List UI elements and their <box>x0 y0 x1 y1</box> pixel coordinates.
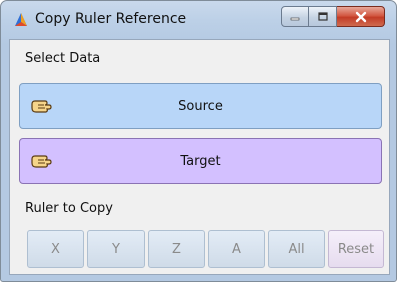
ruler-z-button[interactable]: Z <box>148 230 205 268</box>
target-button-label: Target <box>180 153 221 169</box>
close-icon <box>355 11 366 22</box>
copy-ruler-reference-window: Copy Ruler Reference Select Data Source … <box>0 0 397 282</box>
minimize-button[interactable] <box>281 6 309 27</box>
pointing-hand-icon <box>31 100 52 113</box>
ruler-x-button[interactable]: X <box>27 230 84 268</box>
source-button[interactable]: Source <box>19 83 382 129</box>
maximize-button[interactable] <box>309 6 337 27</box>
ruler-a-button[interactable]: A <box>208 230 265 268</box>
ruler-to-copy-label: Ruler to Copy <box>25 201 113 216</box>
maximize-icon <box>317 11 328 21</box>
caption-buttons <box>281 6 385 28</box>
window-title: Copy Ruler Reference <box>35 11 187 27</box>
ruler-y-button[interactable]: Y <box>87 230 145 268</box>
ruler-y-label: Y <box>112 241 120 257</box>
ruler-all-label: All <box>288 241 305 257</box>
ruler-a-label: A <box>232 241 241 257</box>
ruler-all-button[interactable]: All <box>268 230 325 268</box>
pointing-hand-icon <box>31 155 52 168</box>
target-button[interactable]: Target <box>19 138 382 184</box>
title-bar[interactable]: Copy Ruler Reference <box>1 1 396 39</box>
source-button-label: Source <box>178 98 223 114</box>
reset-button[interactable]: Reset <box>328 230 384 268</box>
ruler-z-label: Z <box>172 241 181 257</box>
select-data-label: Select Data <box>25 51 101 66</box>
app-logo-icon <box>15 13 27 26</box>
close-button[interactable] <box>337 6 385 27</box>
reset-button-label: Reset <box>337 241 375 257</box>
minimize-icon <box>290 17 300 20</box>
ruler-x-label: X <box>51 241 60 257</box>
